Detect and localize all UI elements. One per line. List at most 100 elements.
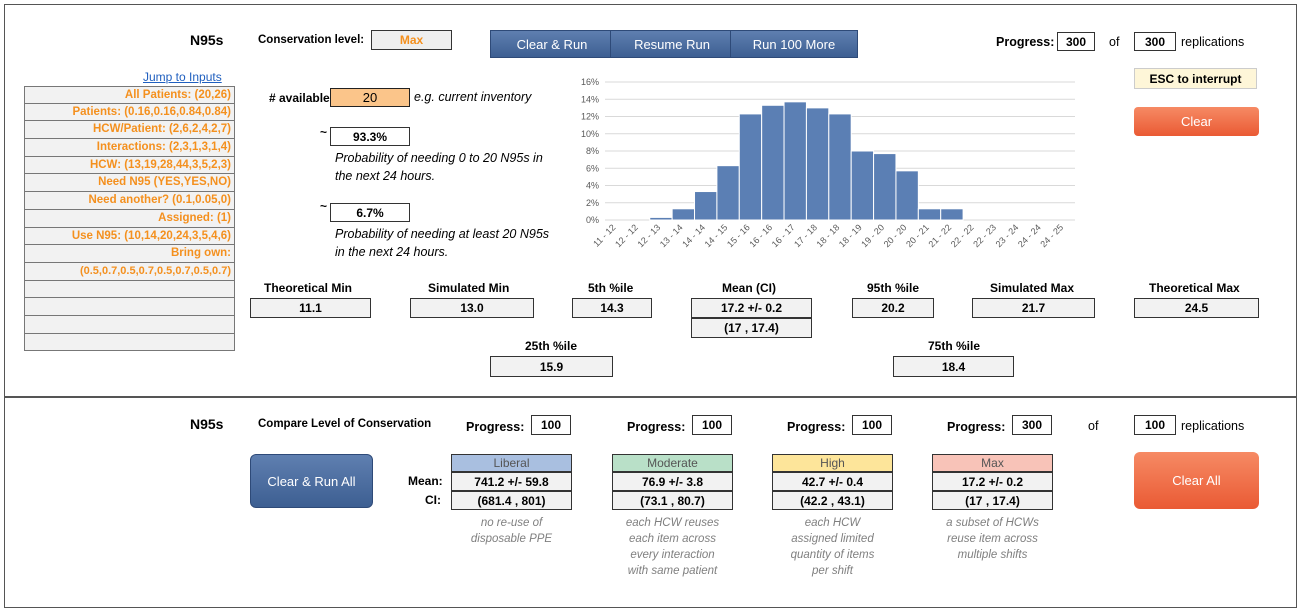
prob-0-to-n-value: 93.3% — [330, 127, 410, 146]
simulated-min-label: Simulated Min — [428, 281, 510, 295]
prob2-tilde: ~ — [320, 199, 328, 213]
level-liberal-mean: 741.2 +/- 59.8 — [451, 472, 572, 491]
sidebar-item[interactable]: Interactions: (2,3,1,3,1,4) — [24, 139, 235, 157]
histogram-bar — [940, 208, 964, 221]
compare-replications-input[interactable]: 100 — [1134, 415, 1176, 435]
compare-label: Compare Level of Conservation — [258, 418, 432, 430]
sidebar-item[interactable]: Use N95: (10,14,20,24,3,5,4,6) — [24, 227, 235, 246]
available-input[interactable]: 20 — [330, 88, 410, 107]
progress-value-liberal: 100 — [531, 415, 571, 435]
histogram-bar — [783, 101, 807, 221]
y-tick-label: 14% — [581, 94, 599, 104]
prob-at-least-n-value: 6.7% — [330, 203, 410, 222]
conservation-level-select[interactable]: Max — [371, 30, 452, 50]
y-tick-label: 10% — [581, 129, 599, 139]
theoretical-min-value: 11.1 — [250, 298, 371, 318]
level-max-ci: (17 , 17.4) — [932, 491, 1053, 510]
replications-label: replications — [1181, 35, 1245, 49]
prob-at-least-n-text-2: in the next 24 hours. — [335, 245, 449, 259]
sidebar-item[interactable] — [24, 333, 235, 352]
run-more-button[interactable]: Run 100 More — [730, 30, 858, 58]
p75-label: 75th %ile — [928, 339, 981, 353]
clear-run-all-button[interactable]: Clear & Run All — [250, 454, 373, 508]
x-tick-label: 20 - 20 — [882, 222, 909, 249]
sidebar-item[interactable] — [24, 315, 235, 334]
sidebar-item[interactable]: Need another? (0.1,0.05,0) — [24, 192, 235, 210]
y-tick-label: 4% — [586, 181, 599, 191]
x-tick-label: 17 - 18 — [792, 222, 819, 249]
jump-to-inputs-link[interactable]: Jump to Inputs — [143, 70, 222, 84]
clear-button[interactable]: Clear — [1134, 107, 1259, 136]
x-tick-label: 11 - 12 — [591, 222, 617, 248]
y-tick-label: 2% — [586, 198, 599, 208]
sidebar-item[interactable]: Bring own: — [24, 245, 235, 263]
clear-run-button[interactable]: Clear & Run — [490, 30, 614, 58]
sidebar-item[interactable]: Patients: (0.16,0.16,0.84,0.84) — [24, 103, 235, 122]
y-tick-label: 0% — [586, 215, 599, 225]
resume-run-button[interactable]: Resume Run — [610, 30, 734, 58]
mean-ci-label: Mean (CI) — [722, 281, 776, 295]
level-high-ci: (42.2 , 43.1) — [772, 491, 893, 510]
level-liberal-ci: (681.4 , 801) — [451, 491, 572, 510]
y-tick-label: 16% — [581, 77, 599, 87]
x-tick-label: 18 - 18 — [815, 222, 842, 249]
x-tick-label: 15 - 16 — [725, 222, 752, 249]
x-tick-label: 22 - 22 — [949, 222, 976, 249]
replications-total-input[interactable]: 300 — [1134, 32, 1176, 51]
x-tick-label: 16 - 17 — [770, 222, 797, 249]
sidebar-item[interactable] — [24, 280, 235, 299]
sidebar-item[interactable]: Need N95 (YES,YES,NO) — [24, 174, 235, 193]
progress-value-max: 300 — [1012, 415, 1052, 435]
sidebar-item[interactable]: HCW: (13,19,28,44,3,5,2,3) — [24, 156, 235, 175]
p5-value: 14.3 — [572, 298, 652, 318]
histogram-bar — [895, 170, 919, 221]
histogram-chart: 0% 2% 4% 6% 8% 10% 12% 14% 16% 11 - 1212 - 1212 -… — [581, 77, 1075, 249]
level-moderate-ci: (73.1 , 80.7) — [612, 491, 733, 510]
progress-label-moderate: Progress: — [627, 420, 686, 434]
available-label: # available: — [269, 91, 334, 105]
conservation-level-label: Conservation level: — [258, 34, 365, 46]
simulated-max-value: 21.7 — [972, 298, 1095, 318]
level-liberal-description: no re-use of disposable PPE — [470, 517, 553, 545]
sidebar-item[interactable]: (0.5,0.7,0.5,0.7,0.5,0.7,0.5,0.7) — [24, 262, 235, 281]
p25-value: 15.9 — [490, 356, 613, 377]
x-tick-label: 24 - 25 — [1038, 222, 1065, 249]
p25-label: 25th %ile — [525, 339, 578, 353]
x-tick-label: 12 - 12 — [613, 222, 640, 249]
histogram-bar — [805, 107, 830, 221]
ci-row-label: CI: — [425, 493, 441, 507]
histogram-bar — [873, 153, 897, 221]
compare-replications-label: replications — [1181, 419, 1245, 433]
level-moderate-mean: 76.9 +/- 3.8 — [612, 472, 733, 491]
level-max-description: a subset of HCWs reuse item across multipl… — [946, 517, 1039, 561]
progress-label-high: Progress: — [787, 420, 846, 434]
clear-all-button[interactable]: Clear All — [1134, 452, 1259, 509]
compare-of-label: of — [1088, 419, 1099, 433]
theoretical-min-label: Theoretical Min — [264, 281, 353, 295]
y-tick-label: 6% — [586, 163, 599, 173]
x-tick-label: 12 - 13 — [635, 222, 662, 249]
level-max-mean: 17.2 +/- 0.2 — [932, 472, 1053, 491]
y-tick-label: 8% — [586, 146, 599, 156]
theoretical-max-value: 24.5 — [1134, 298, 1259, 318]
x-tick-label: 23 - 24 — [994, 222, 1021, 249]
histogram-bar — [694, 191, 718, 221]
prob-0-to-n-text-2: the next 24 hours. — [335, 169, 436, 183]
p95-value: 20.2 — [852, 298, 934, 318]
ci-value: (17 , 17.4) — [691, 318, 812, 338]
sidebar-item[interactable]: Assigned: (1) — [24, 209, 235, 228]
p95-label: 95th %ile — [867, 281, 920, 295]
of-label: of — [1109, 35, 1120, 49]
histogram-bar — [917, 208, 942, 221]
page-title: N95s — [190, 32, 224, 48]
level-high-mean: 42.7 +/- 0.4 — [772, 472, 893, 491]
level-max-header: Max — [932, 454, 1053, 472]
p5-label: 5th %ile — [588, 281, 634, 295]
sidebar-item[interactable]: HCW/Patient: (2,6,2,4,2,7) — [24, 121, 235, 140]
sidebar-item[interactable]: All Patients: (20,26) — [24, 86, 235, 104]
sidebar-item[interactable] — [24, 298, 235, 316]
histogram-bar — [716, 165, 740, 221]
level-high-description: each HCW assigned limited quantity of item… — [790, 517, 875, 577]
x-tick-label: 13 - 14 — [658, 222, 685, 249]
theoretical-max-label: Theoretical Max — [1149, 281, 1240, 295]
